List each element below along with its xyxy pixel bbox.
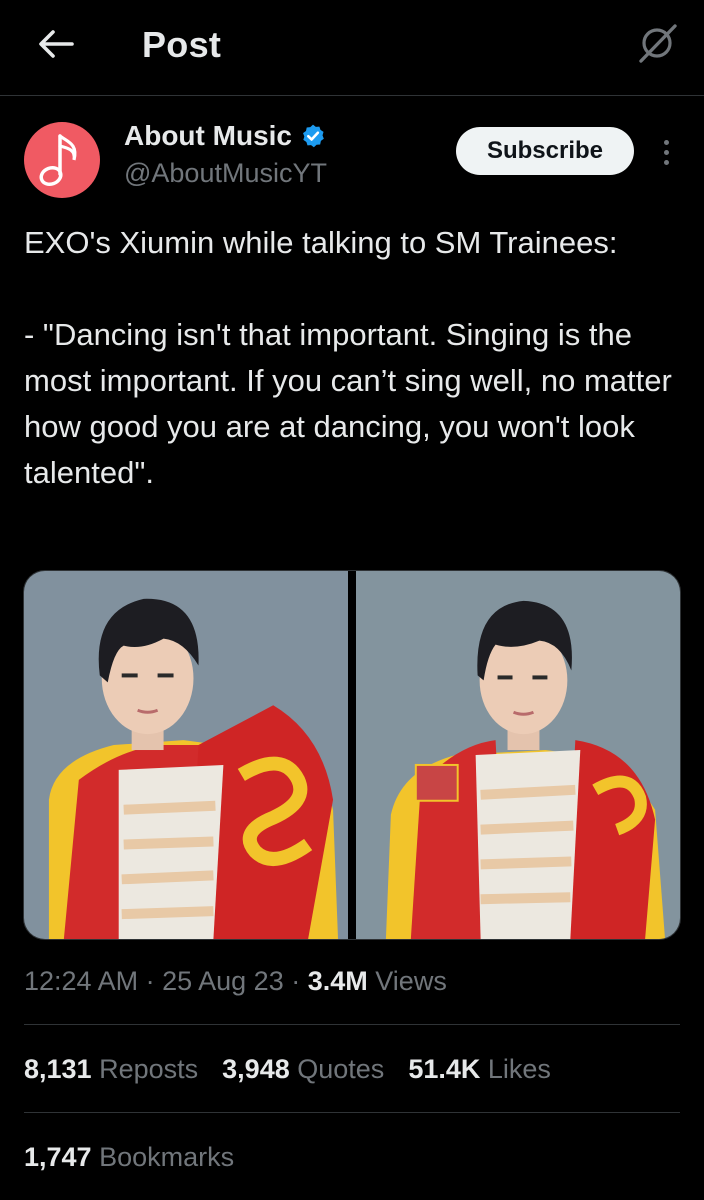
bookmarks-label: Bookmarks — [99, 1142, 235, 1172]
views-label: Views — [375, 966, 447, 996]
quotes-label: Quotes — [297, 1054, 385, 1084]
grok-icon — [639, 24, 677, 63]
divider — [24, 1112, 680, 1113]
arrow-left-icon — [39, 30, 74, 58]
engagement-stats: 8,131 Reposts 3,948 Quotes 51.4K Likes — [24, 1054, 551, 1085]
avatar[interactable] — [24, 122, 100, 198]
reposts-label: Reposts — [99, 1054, 199, 1084]
verified-badge-icon — [303, 124, 324, 148]
page-title: Post — [142, 24, 222, 65]
likes-label: Likes — [487, 1054, 551, 1084]
post-time[interactable]: 12:24 AM — [24, 966, 138, 996]
more-dot — [663, 149, 669, 155]
more-dot — [663, 139, 669, 145]
photo-1-image — [24, 571, 348, 939]
photo-2-image — [356, 571, 680, 939]
author-handle[interactable]: @AboutMusicYT — [124, 158, 327, 189]
likes-count: 51.4K — [408, 1054, 481, 1084]
back-button[interactable] — [34, 22, 78, 66]
music-note-icon — [39, 134, 77, 187]
grok-button[interactable] — [632, 18, 682, 68]
subscribe-button[interactable]: Subscribe — [456, 127, 634, 175]
tweet-line-1: EXO's Xiumin while talking to SM Trainee… — [24, 225, 618, 260]
views-count: 3.4M — [307, 966, 368, 996]
quotes-stat[interactable]: 3,948 Quotes — [222, 1054, 384, 1085]
meta-separator: · — [291, 966, 308, 996]
meta-separator: · — [145, 966, 163, 996]
post-meta: 12:24 AM · 25 Aug 23 · 3.4M Views — [24, 966, 447, 997]
tweet-text: EXO's Xiumin while talking to SM Trainee… — [24, 220, 684, 496]
post-date[interactable]: 25 Aug 23 — [162, 966, 284, 996]
tweet-line-2: - "Dancing isn't that important. Singing… — [24, 317, 672, 490]
reposts-count: 8,131 — [24, 1054, 92, 1084]
media-photo-1[interactable] — [24, 571, 348, 939]
bookmarks-stat[interactable]: 1,747 Bookmarks — [24, 1142, 234, 1173]
top-bar: Post — [0, 0, 704, 96]
author-name-row: About Music — [124, 120, 326, 152]
more-dot — [663, 159, 669, 165]
media-grid — [23, 570, 681, 940]
reposts-stat[interactable]: 8,131 Reposts — [24, 1054, 198, 1085]
likes-stat[interactable]: 51.4K Likes — [408, 1054, 551, 1085]
more-options-button[interactable] — [654, 134, 678, 170]
divider — [24, 1024, 680, 1025]
quotes-count: 3,948 — [222, 1054, 290, 1084]
media-photo-2[interactable] — [356, 571, 680, 939]
bookmarks-count: 1,747 — [24, 1142, 92, 1172]
author-name[interactable]: About Music — [124, 120, 292, 152]
tweet-paragraph-gap — [24, 266, 684, 312]
